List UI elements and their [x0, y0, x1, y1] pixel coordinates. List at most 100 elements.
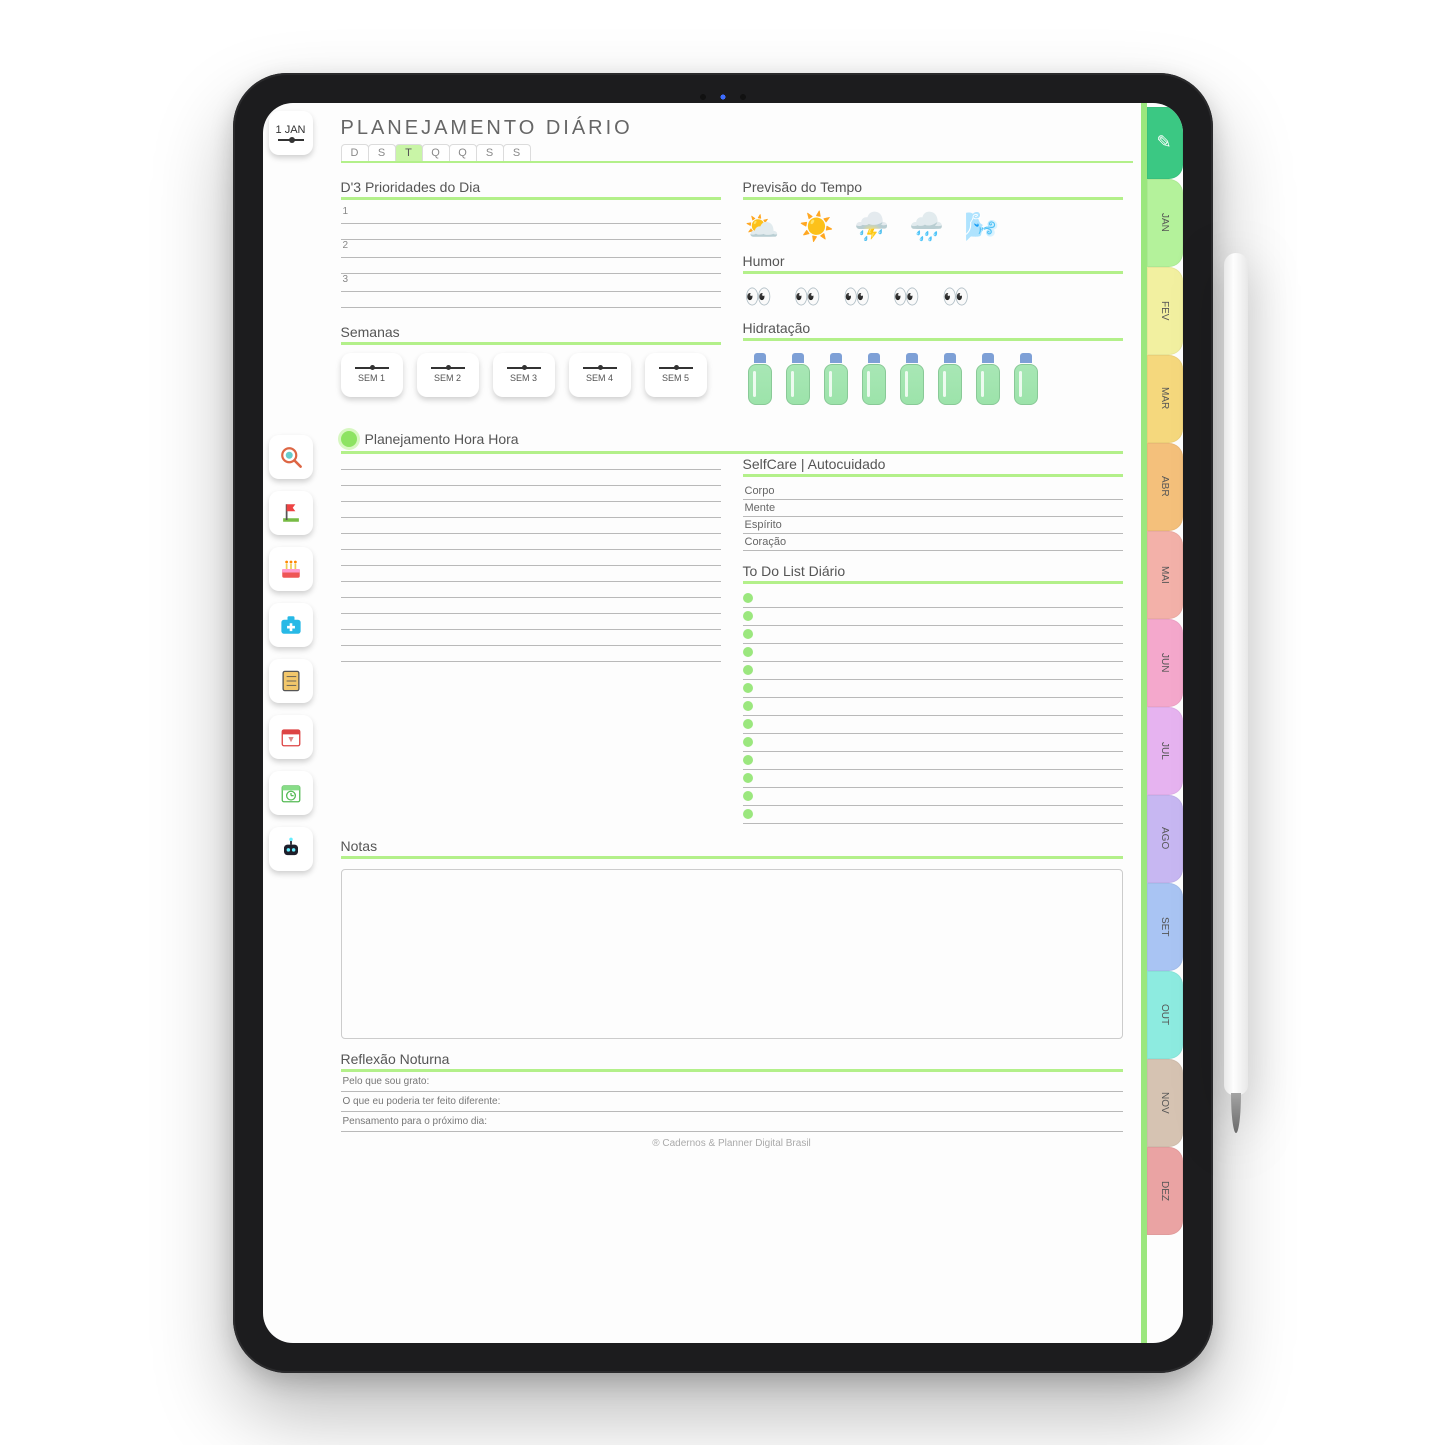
month-tab-dez[interactable]: DEZ — [1147, 1147, 1183, 1235]
calendar-timer-icon[interactable] — [269, 715, 313, 759]
hour-line[interactable] — [341, 582, 721, 598]
mood-icon[interactable]: 👀 — [745, 284, 772, 310]
goal-flag-icon[interactable] — [269, 491, 313, 535]
todo-line[interactable] — [743, 662, 1123, 680]
todo-bullet-icon — [743, 773, 753, 783]
todo-line[interactable] — [743, 680, 1123, 698]
hour-line[interactable] — [341, 518, 721, 534]
priority-subline[interactable] — [341, 224, 721, 240]
month-tab-jul[interactable]: JUL — [1147, 707, 1183, 795]
stormy-icon[interactable]: ⛈️ — [854, 210, 889, 243]
month-tab-jun[interactable]: JUN — [1147, 619, 1183, 707]
reflection-prompt[interactable]: Pelo que sou grato: — [341, 1072, 1123, 1092]
weather-title: Previsão do Tempo — [743, 179, 1123, 200]
todo-line[interactable] — [743, 590, 1123, 608]
water-bottle-icon[interactable] — [973, 353, 1003, 405]
reflection-prompt[interactable]: O que eu poderia ter feito diferente: — [341, 1092, 1123, 1112]
hour-lines-left[interactable] — [341, 454, 721, 824]
selfcare-line[interactable]: Mente — [743, 500, 1123, 517]
mood-icon[interactable]: 👀 — [942, 284, 969, 310]
medical-kit-icon[interactable] — [269, 603, 313, 647]
priority-line[interactable]: 2 — [341, 240, 721, 258]
selfcare-line[interactable]: Espírito — [743, 517, 1123, 534]
water-bottle-icon[interactable] — [897, 353, 927, 405]
month-tab-out[interactable]: OUT — [1147, 971, 1183, 1059]
hour-line[interactable] — [341, 470, 721, 486]
todo-line[interactable] — [743, 644, 1123, 662]
todo-line[interactable] — [743, 608, 1123, 626]
week-chip[interactable]: SEM 1 — [341, 353, 403, 397]
weekday-tab[interactable]: S — [368, 144, 396, 161]
hour-line[interactable] — [341, 646, 721, 662]
mood-icon[interactable]: 👀 — [794, 284, 821, 310]
hour-line[interactable] — [341, 630, 721, 646]
hour-line[interactable] — [341, 598, 721, 614]
date-chip[interactable]: 1 JAN — [269, 111, 313, 155]
water-bottle-icon[interactable] — [859, 353, 889, 405]
todo-line[interactable] — [743, 698, 1123, 716]
weekday-tab[interactable]: S — [476, 144, 504, 161]
weekday-tab[interactable]: T — [395, 144, 423, 161]
month-tab-mar[interactable]: MAR — [1147, 355, 1183, 443]
windy-icon[interactable]: 🌬️ — [964, 210, 999, 243]
priority-line[interactable]: 3 — [341, 274, 721, 292]
mood-title: Humor — [743, 253, 1123, 274]
todo-line[interactable] — [743, 806, 1123, 824]
rainy-icon[interactable]: 🌧️ — [909, 210, 944, 243]
hour-line[interactable] — [341, 566, 721, 582]
todo-line[interactable] — [743, 770, 1123, 788]
search-food-icon[interactable] — [269, 435, 313, 479]
month-tab-fev[interactable]: FEV — [1147, 267, 1183, 355]
water-bottle-icon[interactable] — [935, 353, 965, 405]
mood-icon[interactable]: 👀 — [893, 284, 920, 310]
notes-area[interactable] — [341, 869, 1123, 1039]
weekday-tab[interactable]: Q — [422, 144, 450, 161]
hour-line[interactable] — [341, 454, 721, 470]
month-tab-abr[interactable]: ABR — [1147, 443, 1183, 531]
weekday-tab[interactable]: D — [341, 144, 369, 161]
priority-subline[interactable] — [341, 292, 721, 308]
left-icon-rail: 1 JAN — [263, 103, 319, 1343]
month-tab-ago[interactable]: AGO — [1147, 795, 1183, 883]
water-bottle-icon[interactable] — [821, 353, 851, 405]
todo-line[interactable] — [743, 788, 1123, 806]
birthday-cake-icon[interactable] — [269, 547, 313, 591]
hour-line[interactable] — [341, 502, 721, 518]
calendar-clock-icon[interactable] — [269, 771, 313, 815]
month-tab-set[interactable]: SET — [1147, 883, 1183, 971]
priority-subline[interactable] — [341, 258, 721, 274]
water-bottle-icon[interactable] — [783, 353, 813, 405]
hour-line[interactable] — [341, 550, 721, 566]
hour-line[interactable] — [341, 614, 721, 630]
week-chip[interactable]: SEM 3 — [493, 353, 555, 397]
todo-bullet-icon — [743, 683, 753, 693]
sunny-icon[interactable]: ☀️ — [799, 210, 834, 243]
hour-line[interactable] — [341, 534, 721, 550]
tab-index-icon[interactable]: ✎ — [1147, 107, 1183, 179]
week-chip[interactable]: SEM 4 — [569, 353, 631, 397]
todo-line[interactable] — [743, 626, 1123, 644]
hour-line[interactable] — [341, 486, 721, 502]
mood-icon[interactable]: 👀 — [843, 284, 870, 310]
todo-line[interactable] — [743, 716, 1123, 734]
month-tab-jan[interactable]: JAN — [1147, 179, 1183, 267]
todo-bullet-icon — [743, 809, 753, 819]
water-bottle-icon[interactable] — [1011, 353, 1041, 405]
weekday-tab[interactable]: Q — [449, 144, 477, 161]
month-tab-mai[interactable]: MAI — [1147, 531, 1183, 619]
priority-line[interactable]: 1 — [341, 206, 721, 224]
selfcare-line[interactable]: Corpo — [743, 483, 1123, 500]
week-chip[interactable]: SEM 5 — [645, 353, 707, 397]
reflection-prompt[interactable]: Pensamento para o próximo dia: — [341, 1112, 1123, 1132]
checklist-icon[interactable] — [269, 659, 313, 703]
month-tab-nov[interactable]: NOV — [1147, 1059, 1183, 1147]
partly-sunny-icon[interactable]: ⛅ — [745, 210, 780, 243]
water-bottle-icon[interactable] — [745, 353, 775, 405]
weekday-tab[interactable]: S — [503, 144, 531, 161]
todo-line[interactable] — [743, 734, 1123, 752]
week-chip[interactable]: SEM 2 — [417, 353, 479, 397]
right-column: Previsão do Tempo ⛅☀️⛈️🌧️🌬️ Humor 👀👀👀👀👀 … — [743, 179, 1123, 415]
selfcare-line[interactable]: Coração — [743, 534, 1123, 551]
todo-line[interactable] — [743, 752, 1123, 770]
robot-icon[interactable] — [269, 827, 313, 871]
